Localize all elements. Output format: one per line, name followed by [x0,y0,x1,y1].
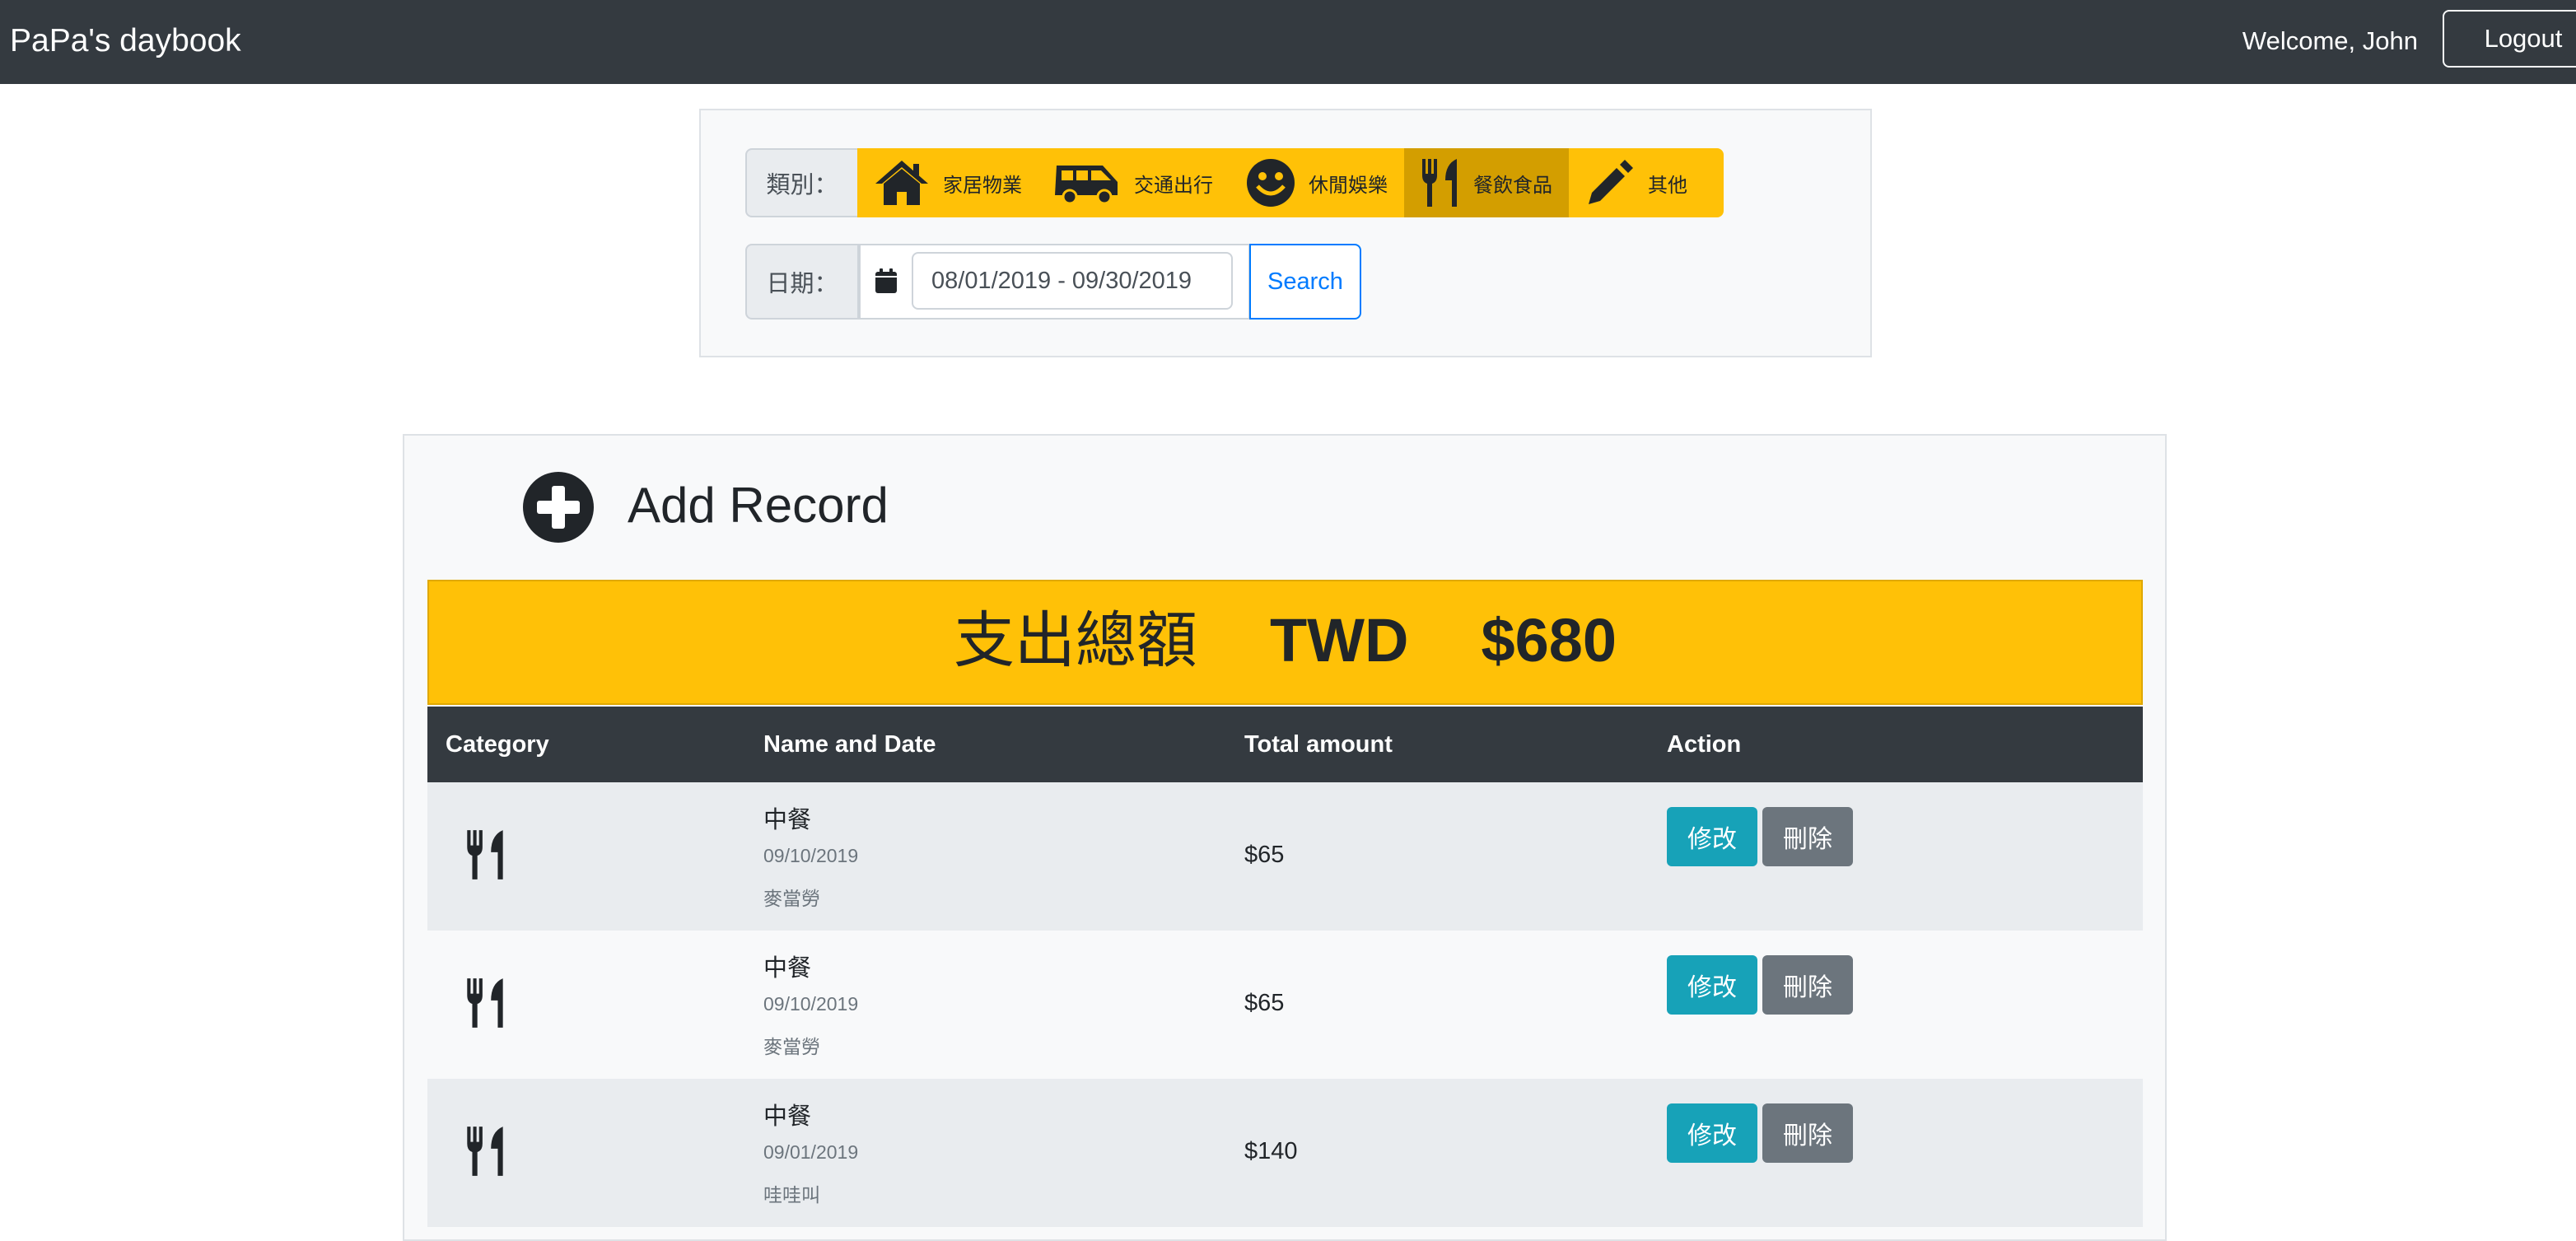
record-amount: $140 [1244,1138,1298,1164]
table-row: 中餐 09/10/2019 麥當勞 $65 修改 刪除 [427,782,2143,931]
category-label-leisure: 休閒娛樂 [1309,174,1388,197]
header-category: Category [446,731,549,758]
utensils-icon [467,978,503,1028]
category-label-dining: 餐飲食品 [1473,174,1552,197]
date-range-input[interactable] [912,252,1233,310]
navbar: PaPa's daybook Welcome, John Logout [0,0,2576,84]
record-amount: $65 [1244,842,1285,868]
calendar-icon [875,268,897,293]
record-merchant: 哇哇叫 [763,1184,820,1206]
home-icon [875,161,928,205]
category-label-other: 其他 [1648,174,1687,197]
record-name: 中餐 [763,1103,812,1130]
edit-button[interactable]: 修改 [1667,807,1757,866]
record-date: 09/01/2019 [763,1141,859,1163]
table-row: 中餐 09/10/2019 麥當勞 $65 修改 刪除 [427,931,2143,1079]
category-button-transport[interactable]: 交通出行 [1038,148,1230,217]
pen-icon [1589,160,1633,204]
header-total-amount: Total amount [1244,731,1393,758]
brand[interactable]: PaPa's daybook [10,21,241,61]
record-amount: $65 [1244,990,1285,1016]
category-button-dining[interactable]: 餐飲食品 [1404,148,1569,217]
header-action: Action [1667,731,1742,758]
shuttle-van-icon [1055,166,1118,205]
delete-button[interactable]: 刪除 [1762,955,1853,1015]
category-button-home[interactable]: 家居物業 [857,148,1038,217]
add-circle-icon[interactable] [522,471,595,544]
date-label: 日期： [745,244,859,320]
delete-button[interactable]: 刪除 [1762,1103,1853,1163]
welcome-text: Welcome, John [2242,26,2418,55]
utensils-icon [467,830,503,879]
edit-button[interactable]: 修改 [1667,1103,1757,1163]
add-record-title[interactable]: Add Record [628,473,889,539]
smile-icon [1247,159,1295,207]
table-header: Category Name and Date Total amount Acti… [427,707,2143,782]
category-button-other[interactable]: 其他 [1569,148,1704,217]
logout-button[interactable]: Logout [2443,10,2576,68]
calendar-icon-box [861,255,911,306]
utensils-icon [467,1127,503,1176]
total-currency: TWD [1269,606,1409,674]
edit-button[interactable]: 修改 [1667,955,1757,1015]
filter-panel [699,109,1872,357]
total-label: 支出總額 [953,605,1197,676]
record-date: 09/10/2019 [763,993,859,1015]
category-filter-group: 家居物業 交通出行 休閒娛樂 餐飲食品 其他 [857,148,1724,217]
delete-button[interactable]: 刪除 [1762,807,1853,866]
search-button[interactable]: Search [1249,244,1361,320]
record-name: 中餐 [763,807,812,833]
utensils-icon [1422,159,1457,207]
record-merchant: 麥當勞 [763,1036,820,1057]
record-date: 09/10/2019 [763,845,859,866]
header-name-date: Name and Date [763,731,936,758]
category-label-transport: 交通出行 [1134,174,1213,197]
total-amount: $680 [1481,606,1617,674]
category-label-home: 家居物業 [943,174,1022,197]
table-row: 中餐 09/01/2019 哇哇叫 $140 修改 刪除 [427,1079,2143,1227]
category-button-leisure[interactable]: 休閒娛樂 [1230,148,1404,217]
total-expense-banner: 支出總額 TWD $680 [427,580,2143,705]
record-name: 中餐 [763,955,812,982]
record-merchant: 麥當勞 [763,888,820,909]
category-label: 類別： [745,148,859,217]
